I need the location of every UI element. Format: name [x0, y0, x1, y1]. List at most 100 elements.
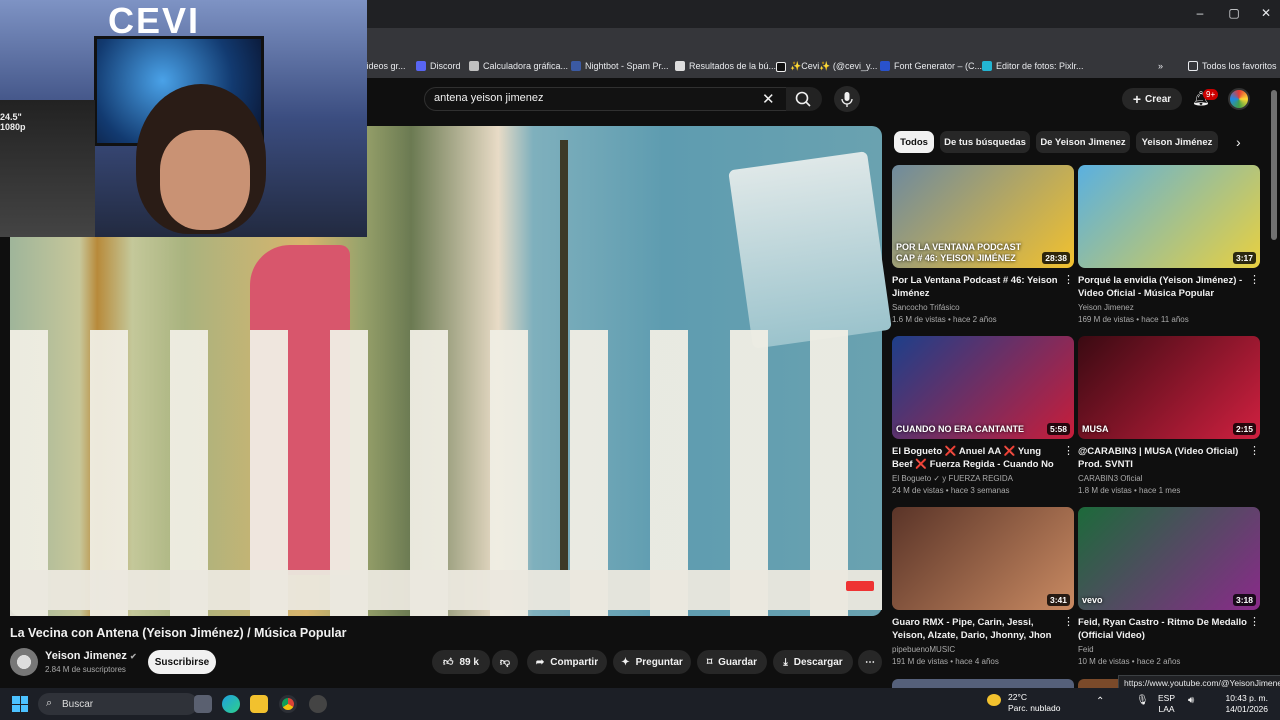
recommended-video-card[interactable]: POR LA VENTANA PODCAST CAP # 46: YEISON …: [892, 165, 1074, 324]
chip-all[interactable]: Todos: [894, 131, 934, 153]
task-view-icon[interactable]: [194, 695, 212, 713]
file-explorer-icon[interactable]: [250, 695, 268, 713]
windows-start-icon[interactable]: [12, 696, 28, 712]
search-icon: [795, 91, 811, 107]
video-thumbnail[interactable]: 3:17: [1078, 165, 1260, 268]
obs-icon[interactable]: [309, 695, 327, 713]
dislike-button[interactable]: 👎︎: [492, 650, 518, 674]
video-card-channel[interactable]: pipebuenoMUSIC: [892, 645, 1074, 654]
recommended-video-card[interactable]: vevo 3:18 Feid, Ryan Castro - Ritmo De M…: [1078, 507, 1260, 666]
video-card-title[interactable]: Por La Ventana Podcast # 46: Yeison Jimé…: [892, 274, 1074, 300]
video-card-title[interactable]: Guaro RMX - Pipe, Carin, Jessi, Yeison, …: [892, 616, 1074, 642]
more-vertical-icon[interactable]: ⋮: [1063, 273, 1074, 286]
channel-avatar[interactable]: [10, 648, 38, 676]
video-card-channel[interactable]: Yeison Jimenez: [1078, 303, 1260, 312]
chip-from-channel[interactable]: De Yeison Jimenez: [1036, 131, 1130, 153]
chip-yeison-jimenez[interactable]: Yeison Jiménez: [1136, 131, 1218, 153]
recommended-video-card[interactable]: 3:41 Guaro RMX - Pipe, Carin, Jessi, Yei…: [892, 507, 1074, 666]
like-button[interactable]: 👍︎ 89 k: [432, 650, 490, 674]
scrollbar[interactable]: [1271, 90, 1277, 240]
thumbnail-caption: vevo: [1082, 595, 1103, 605]
language-indicator[interactable]: ESP LAA: [1158, 693, 1175, 715]
taskbar-search[interactable]: ⌕ Buscar: [38, 693, 198, 715]
more-vertical-icon[interactable]: ⋮: [1063, 615, 1074, 628]
webcam-logo: CEVI: [108, 0, 201, 41]
next-thumbnail[interactable]: [1078, 679, 1118, 688]
minimize-button[interactable]: –: [1190, 6, 1210, 20]
video-duration: 28:38: [1042, 252, 1070, 264]
microphone-icon: [841, 92, 853, 107]
video-card-title[interactable]: Porqué la envidia (Yeison Jiménez) - Vid…: [1078, 274, 1260, 300]
thumbnail-caption: MUSA: [1082, 424, 1109, 434]
video-card-title[interactable]: @CARABIN3 | MUSA (Video Oficial) Prod. S…: [1078, 445, 1260, 471]
close-window-button[interactable]: ✕: [1256, 6, 1276, 20]
account-avatar[interactable]: [1228, 88, 1250, 110]
sparkle-icon: ✦: [621, 656, 630, 668]
video-card-title[interactable]: Feid, Ryan Castro - Ritmo De Medallo (Of…: [1078, 616, 1260, 642]
font-icon: [880, 61, 890, 71]
video-card-channel[interactable]: Sancocho Trifásico: [892, 303, 1074, 312]
video-card-meta: 169 M de vistas • hace 11 años: [1078, 315, 1189, 324]
voice-search-button[interactable]: [834, 86, 860, 112]
bookmark-discord[interactable]: Discord: [416, 61, 461, 71]
video-duration: 3:41: [1046, 594, 1070, 606]
video-card-meta: 10 M de vistas • hace 2 años: [1078, 657, 1181, 666]
thumbnail-caption: CUANDO NO ERA CANTANTE: [896, 424, 1024, 434]
search-button[interactable]: [786, 87, 822, 111]
video-card-title[interactable]: El Bogueto ❌ Anuel AA ❌ Yung Beef ❌ Fuer…: [892, 445, 1074, 471]
system-clock[interactable]: 10:43 p. m. 14/01/2026: [1222, 693, 1268, 715]
subscribe-button[interactable]: Suscribirse: [148, 650, 216, 674]
volume-icon[interactable]: 🔊︎: [1188, 695, 1194, 706]
channel-name[interactable]: Yeison Jimenez ✔: [45, 650, 137, 662]
bookmark-calculator[interactable]: Calculadora gráfica...: [469, 61, 568, 71]
edge-browser-icon[interactable]: [222, 695, 240, 713]
more-vertical-icon[interactable]: ⋮: [1249, 273, 1260, 286]
chevron-right-icon[interactable]: ›: [1236, 134, 1241, 150]
bookmarks-overflow-icon[interactable]: »: [1158, 61, 1163, 71]
bookmark-results[interactable]: Resultados de la bú...: [675, 61, 776, 71]
create-button[interactable]: + Crear: [1122, 88, 1182, 110]
calculator-icon: [469, 61, 479, 71]
weather-icon: [987, 694, 1001, 706]
maximize-button[interactable]: ▢: [1224, 6, 1244, 20]
search-query[interactable]: antena yeison jimenez: [434, 92, 543, 104]
search-icon: ⌕: [46, 697, 53, 709]
more-actions-button[interactable]: ⋯: [858, 650, 882, 674]
video-thumbnail[interactable]: CUANDO NO ERA CANTANTE 5:58: [892, 336, 1074, 439]
all-bookmarks-folder[interactable]: Todos los favoritos: [1188, 61, 1277, 71]
chevron-up-icon[interactable]: ⌃: [1096, 696, 1104, 707]
save-button[interactable]: ⌑ Guardar: [697, 650, 767, 674]
video-card-channel[interactable]: CARABIN3 Oficial: [1078, 474, 1260, 483]
clear-search-icon[interactable]: ✕: [762, 90, 775, 108]
bookmark-item[interactable]: videos gr...: [362, 61, 406, 71]
more-vertical-icon[interactable]: ⋮: [1063, 444, 1074, 457]
bookmark-tiktok[interactable]: ✨Cevi✨ (@cevi_y...: [776, 61, 877, 72]
video-title: La Vecina con Antena (Yeison Jiménez) / …: [10, 626, 347, 640]
weather-widget[interactable]: 22°C Parc. nublado: [1008, 692, 1060, 714]
video-thumbnail[interactable]: MUSA 2:15: [1078, 336, 1260, 439]
video-thumbnail[interactable]: 3:41: [892, 507, 1074, 610]
video-card-channel[interactable]: El Bogueto ✓ y FUERZA REGIDA: [892, 474, 1074, 483]
bookmark-font-generator[interactable]: Font Generator – (C...: [880, 61, 982, 71]
tiktok-icon: [776, 61, 786, 72]
more-vertical-icon[interactable]: ⋮: [1249, 615, 1260, 628]
more-vertical-icon[interactable]: ⋮: [1249, 444, 1260, 457]
ask-button[interactable]: ✦ Preguntar: [613, 650, 691, 674]
notification-badge: 9+: [1203, 89, 1219, 100]
chip-from-searches[interactable]: De tus búsquedas: [940, 131, 1030, 153]
video-thumbnail[interactable]: POR LA VENTANA PODCAST CAP # 46: YEISON …: [892, 165, 1074, 268]
video-thumbnail[interactable]: vevo 3:18: [1078, 507, 1260, 610]
recommended-video-card[interactable]: 3:17 Porqué la envidia (Yeison Jiménez) …: [1078, 165, 1260, 324]
bookmark-nightbot[interactable]: Nightbot - Spam Pr...: [571, 61, 669, 71]
download-button[interactable]: ⤓ Descargar: [773, 650, 853, 674]
download-icon: ⤓: [783, 656, 788, 668]
chrome-taskbar-icon[interactable]: [279, 695, 297, 713]
microphone-tray-icon[interactable]: 🎙︎: [1136, 695, 1149, 706]
bookmark-pixlr[interactable]: Editor de fotos: Pixlr...: [982, 61, 1084, 71]
share-button[interactable]: ➦ Compartir: [527, 650, 607, 674]
recommended-video-card[interactable]: MUSA 2:15 @CARABIN3 | MUSA (Video Oficia…: [1078, 336, 1260, 495]
video-card-channel[interactable]: Feid: [1078, 645, 1260, 654]
next-thumbnail[interactable]: [892, 679, 1074, 688]
video-duration: 2:15: [1232, 423, 1256, 435]
recommended-video-card[interactable]: CUANDO NO ERA CANTANTE 5:58 El Bogueto ❌…: [892, 336, 1074, 495]
